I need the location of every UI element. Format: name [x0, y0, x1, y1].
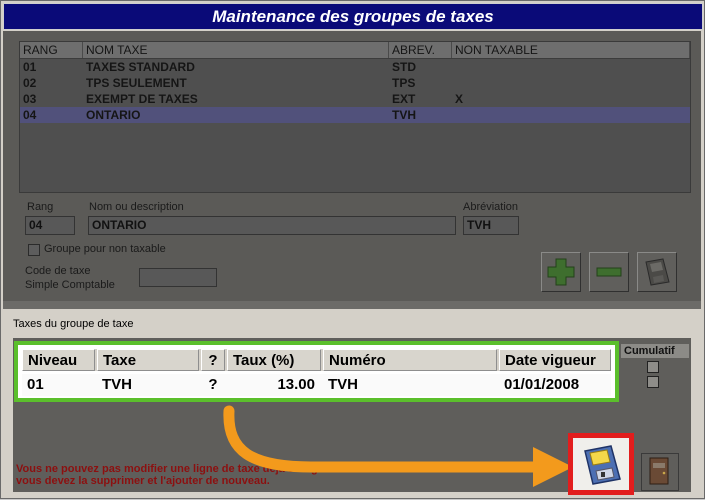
cell-rang: 03	[23, 92, 37, 106]
cell-niveau: 01	[27, 376, 44, 393]
cell-abrev: TVH	[392, 108, 416, 122]
cell-date: 01/01/2008	[504, 376, 580, 393]
code-label-1: Code de taxe	[25, 265, 91, 277]
window-title: Maintenance des groupes de taxes	[3, 3, 703, 30]
cell-numero: TVH	[328, 376, 358, 393]
col-header-question[interactable]: ?	[201, 349, 225, 371]
cell-non-taxable	[452, 107, 690, 123]
col-header-non-taxable[interactable]: NON TAXABLE	[452, 42, 690, 58]
table-row[interactable]: 02 TPS SEULEMENT TPS	[20, 75, 690, 91]
cell-non-taxable	[452, 59, 690, 75]
cell-nom: ONTARIO	[86, 108, 141, 122]
nom-field[interactable]: ONTARIO	[88, 216, 456, 235]
groups-table-header: RANG NOM TAXE ABREV. NON TAXABLE	[20, 42, 690, 59]
abrev-label: Abréviation	[463, 201, 519, 213]
cumulatif-checkbox[interactable]	[647, 361, 659, 373]
taxes-table-zoom[interactable]: Niveau Taxe ? Taux (%) Numéro Date vigue…	[14, 341, 619, 402]
col-header-abrev[interactable]: ABREV.	[389, 42, 452, 58]
cell-rang: 01	[23, 60, 37, 74]
cell-abrev: STD	[392, 60, 416, 74]
cell-non-taxable	[452, 75, 690, 91]
taxes-table-header: Niveau Taxe ? Taux (%) Numéro Date vigue…	[22, 349, 611, 371]
cumulatif-header: Cumulatif	[621, 344, 689, 358]
cell-taxe: TVH	[102, 376, 132, 393]
cell-rang: 02	[23, 76, 37, 90]
warning-line-2: vous devez la supprimer et l'ajouter de …	[16, 475, 270, 487]
cell-rang: 04	[23, 108, 37, 122]
cell-question: ?	[208, 376, 218, 393]
code-field[interactable]	[139, 268, 217, 287]
cell-non-taxable: X	[455, 92, 464, 106]
warning-line-1: Vous ne pouvez pas modifier une ligne de…	[16, 463, 348, 475]
abrev-field[interactable]: TVH	[463, 216, 519, 235]
cell-nom: EXEMPT DE TAXES	[86, 92, 198, 106]
tax-groups-window: Maintenance des groupes de taxes RANG NO…	[0, 0, 705, 499]
table-row[interactable]: 01 TAXES STANDARD STD	[20, 59, 690, 75]
table-row-selected[interactable]: 04 ONTARIO TVH	[20, 107, 690, 123]
save-button-disabled[interactable]	[637, 252, 677, 292]
table-row[interactable]: 03 EXEMPT DE TAXES EXT X	[20, 91, 690, 107]
groups-table[interactable]: RANG NOM TAXE ABREV. NON TAXABLE 01 TAXE…	[19, 41, 691, 193]
non-taxable-label: Groupe pour non taxable	[44, 243, 166, 255]
cell-abrev: EXT	[392, 92, 416, 106]
col-header-taux[interactable]: Taux (%)	[227, 349, 321, 371]
save-button[interactable]	[568, 433, 634, 495]
add-button[interactable]	[541, 252, 581, 292]
cell-nom: TAXES STANDARD	[86, 60, 195, 74]
section-divider	[3, 301, 701, 309]
exit-door-icon	[649, 457, 669, 485]
rang-label: Rang	[27, 201, 54, 213]
non-taxable-checkbox[interactable]	[28, 244, 40, 256]
code-label-2: Simple Comptable	[25, 279, 115, 291]
cell-nom: TPS SEULEMENT	[86, 76, 187, 90]
floppy-disk-icon	[584, 445, 621, 485]
warning-message: Vous ne pouvez pas modifier une ligne de…	[16, 463, 347, 487]
cumulatif-checkbox[interactable]	[647, 376, 659, 388]
col-header-nom[interactable]: NOM TAXE	[83, 42, 389, 58]
col-header-taxe[interactable]: Taxe	[97, 349, 199, 371]
remove-button[interactable]	[589, 252, 629, 292]
rang-field[interactable]: 04	[25, 216, 75, 235]
cell-taux: 13.00	[277, 376, 315, 393]
cell-abrev: TPS	[392, 76, 416, 90]
nom-label: Nom ou description	[89, 201, 184, 213]
table-row[interactable]: 01 TVH ? 13.00 TVH 01/01/2008	[22, 374, 611, 396]
col-header-niveau[interactable]: Niveau	[22, 349, 95, 371]
floppy-disk-icon	[645, 258, 670, 286]
exit-button[interactable]	[641, 453, 679, 491]
col-header-date[interactable]: Date vigueur	[499, 349, 611, 371]
col-header-numero[interactable]: Numéro	[323, 349, 497, 371]
minus-icon	[596, 267, 622, 277]
groups-panel: RANG NOM TAXE ABREV. NON TAXABLE 01 TAXE…	[3, 31, 701, 301]
plus-icon	[547, 258, 575, 286]
taxes-section-title: Taxes du groupe de taxe	[13, 318, 134, 330]
col-header-rang[interactable]: RANG	[20, 42, 83, 58]
